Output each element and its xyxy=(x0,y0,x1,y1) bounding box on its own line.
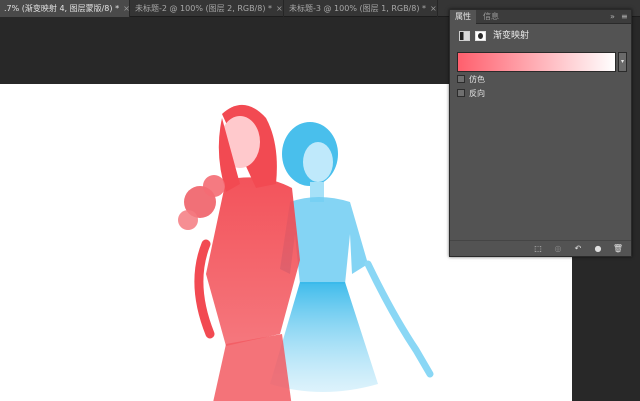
dither-checkbox[interactable] xyxy=(457,75,465,83)
adjustment-header: 渐变映射 xyxy=(450,26,631,48)
trash-icon[interactable]: 🗑 xyxy=(610,243,626,255)
properties-panel: 属性 信息 » ≡ 渐变映射 ▾ 仿色 反向 ⬚ ◎ ↶ ● 🗑 xyxy=(449,9,632,257)
reset-icon[interactable]: ↶ xyxy=(570,243,586,255)
visibility-eye-icon[interactable]: ● xyxy=(590,243,606,255)
tab-document-2[interactable]: 未标题-2 @ 100% (图层 2, RGB/8) * × xyxy=(131,0,284,17)
dither-option[interactable]: 仿色 xyxy=(457,74,485,86)
close-icon[interactable]: × xyxy=(430,0,437,17)
panel-tab-bar: 属性 信息 » ≡ xyxy=(450,10,631,24)
reverse-label: 反向 xyxy=(469,89,485,98)
adjustment-layer-icon[interactable] xyxy=(459,31,470,41)
panel-footer-toolbar: ⬚ ◎ ↶ ● 🗑 xyxy=(450,240,631,256)
reverse-checkbox[interactable] xyxy=(457,89,465,97)
tab-document-1[interactable]: .7% (渐变映射 4, 图层蒙版/8) * × xyxy=(0,0,130,17)
tab-label: .7% (渐变映射 4, 图层蒙版/8) * xyxy=(4,4,120,13)
gradient-picker: ▾ xyxy=(457,52,627,72)
close-icon[interactable]: × xyxy=(123,0,130,17)
view-previous-icon[interactable]: ◎ xyxy=(550,243,566,255)
tab-label: 未标题-3 @ 100% (图层 1, RGB/8) * xyxy=(289,4,427,13)
panel-menu-icon[interactable]: ≡ xyxy=(621,12,628,22)
collapse-panel-icon[interactable]: » xyxy=(610,12,615,22)
tab-info[interactable]: 信息 xyxy=(478,10,504,24)
clip-to-layer-icon[interactable]: ⬚ xyxy=(530,243,546,255)
tab-properties[interactable]: 属性 xyxy=(450,10,476,24)
dither-label: 仿色 xyxy=(469,75,485,84)
gradient-preview-bar[interactable] xyxy=(457,52,616,72)
close-icon[interactable]: × xyxy=(276,0,283,17)
chevron-down-icon[interactable]: ▾ xyxy=(618,52,627,72)
tab-label: 未标题-2 @ 100% (图层 2, RGB/8) * xyxy=(135,4,273,13)
layer-mask-icon[interactable] xyxy=(475,31,486,41)
reverse-option[interactable]: 反向 xyxy=(457,88,485,100)
adjustment-title: 渐变映射 xyxy=(493,31,530,41)
tab-document-3[interactable]: 未标题-3 @ 100% (图层 1, RGB/8) * × xyxy=(285,0,438,17)
red-figure xyxy=(178,104,300,401)
